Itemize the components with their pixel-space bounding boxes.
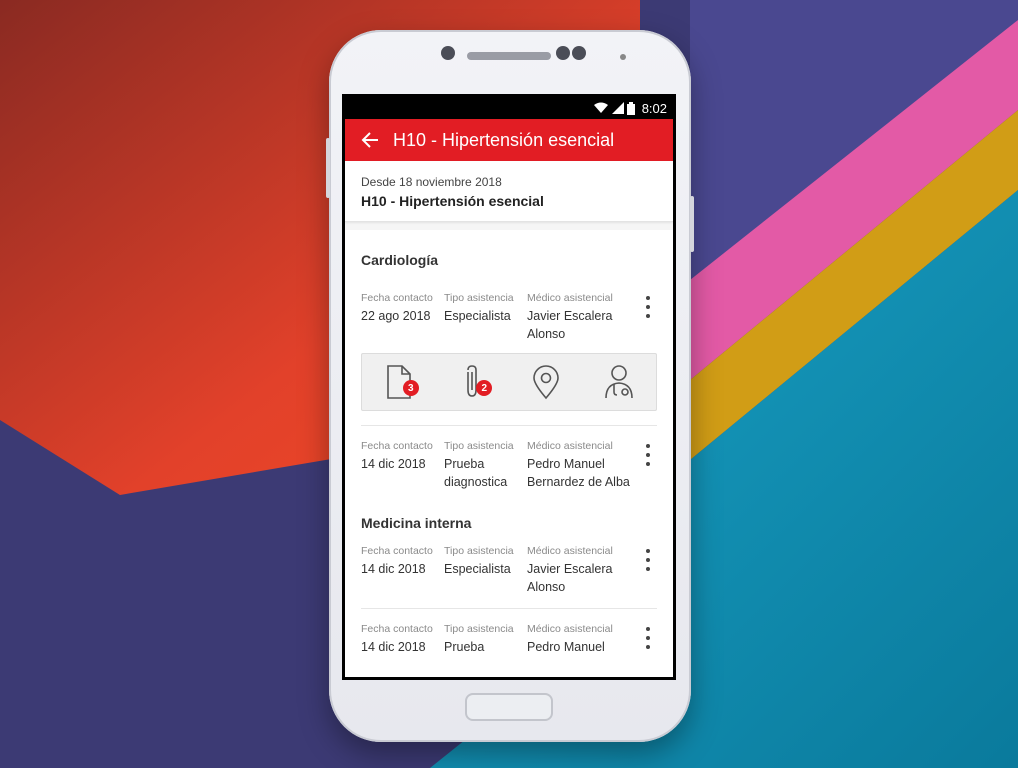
tipo-value: Prueba diagnostica bbox=[444, 457, 508, 489]
record-row[interactable]: Fecha contacto 22 ago 2018 Tipo asistenc… bbox=[361, 278, 657, 353]
fecha-label: Fecha contacto bbox=[361, 623, 433, 635]
volume-button bbox=[326, 138, 330, 198]
tipo-value: Prueba bbox=[444, 640, 485, 654]
tipo-col: Tipo asistencia Especialista bbox=[444, 292, 527, 343]
medico-col: Médico asistencial Pedro Manuel Bernarde… bbox=[527, 440, 645, 491]
tipo-col: Tipo asistencia Especialista bbox=[444, 545, 527, 596]
section-title-cardiologia: Cardiología bbox=[361, 252, 439, 268]
records-list: Cardiología Fecha contacto 22 ago 2018 T… bbox=[345, 230, 673, 677]
fecha-value: 14 dic 2018 bbox=[361, 562, 426, 576]
tipo-value: Especialista bbox=[444, 309, 511, 323]
fecha-col: Fecha contacto 14 dic 2018 bbox=[361, 623, 444, 656]
back-arrow-icon[interactable] bbox=[361, 131, 379, 149]
fecha-col: Fecha contacto 14 dic 2018 bbox=[361, 545, 444, 596]
tipo-value: Especialista bbox=[444, 562, 511, 576]
documents-badge: 3 bbox=[402, 380, 419, 396]
speaker-grille bbox=[467, 52, 551, 60]
documents-button[interactable]: 3 bbox=[379, 362, 419, 402]
phone-screen: 8:02 H10 - Hipertensión esencial Desde 1… bbox=[342, 94, 676, 680]
medico-label: Médico asistencial bbox=[527, 292, 613, 304]
fecha-value: 14 dic 2018 bbox=[361, 640, 426, 654]
attachments-button[interactable]: 2 bbox=[452, 362, 493, 402]
fecha-value: 14 dic 2018 bbox=[361, 457, 426, 471]
diagnosis-summary: Desde 18 noviembre 2018 H10 - Hipertensi… bbox=[345, 161, 673, 222]
medico-value: Javier Escalera Alonso bbox=[527, 309, 613, 341]
tipo-col: Tipo asistencia Prueba bbox=[444, 623, 527, 656]
sensor-right bbox=[572, 46, 586, 60]
location-pin-icon bbox=[532, 365, 559, 400]
more-vert-icon[interactable] bbox=[643, 444, 653, 466]
tipo-label: Tipo asistencia bbox=[444, 623, 514, 635]
attachments-badge: 2 bbox=[476, 380, 493, 396]
medico-label: Médico asistencial bbox=[527, 545, 613, 557]
record-row[interactable]: Fecha contacto 14 dic 2018 Tipo asistenc… bbox=[361, 426, 657, 501]
tipo-col: Tipo asistencia Prueba diagnostica bbox=[444, 440, 527, 491]
signal-icon bbox=[611, 102, 624, 114]
section-title-medicina-interna: Medicina interna bbox=[361, 515, 472, 531]
medico-label: Médico asistencial bbox=[527, 440, 613, 452]
medico-col: Médico asistencial Javier Escalera Alons… bbox=[527, 292, 645, 343]
battery-icon bbox=[626, 101, 635, 115]
medico-value: Pedro Manuel Bernardez de Alba bbox=[527, 457, 630, 489]
diagnosis-since: Desde 18 noviembre 2018 bbox=[361, 175, 502, 189]
fecha-col: Fecha contacto 22 ago 2018 bbox=[361, 292, 444, 343]
medico-label: Médico asistencial bbox=[527, 623, 613, 635]
medico-value: Javier Escalera Alonso bbox=[527, 562, 613, 594]
medico-col: Médico asistencial Javier Escalera Alons… bbox=[527, 545, 645, 596]
fecha-label: Fecha contacto bbox=[361, 440, 433, 452]
medico-value: Pedro Manuel bbox=[527, 640, 605, 654]
proximity-sensor bbox=[620, 54, 626, 60]
status-time: 8:02 bbox=[641, 100, 667, 116]
medico-col: Médico asistencial Pedro Manuel bbox=[527, 623, 645, 656]
tipo-label: Tipo asistencia bbox=[444, 440, 514, 452]
fecha-label: Fecha contacto bbox=[361, 292, 433, 304]
fecha-col: Fecha contacto 14 dic 2018 bbox=[361, 440, 444, 491]
doctor-icon bbox=[605, 365, 634, 399]
front-camera bbox=[441, 46, 455, 60]
more-vert-icon[interactable] bbox=[643, 627, 653, 649]
app-bar-title: H10 - Hipertensión esencial bbox=[393, 129, 615, 150]
fecha-value: 22 ago 2018 bbox=[361, 309, 431, 323]
tipo-label: Tipo asistencia bbox=[444, 545, 514, 557]
more-vert-icon[interactable] bbox=[643, 549, 653, 571]
doctor-button[interactable] bbox=[599, 362, 639, 402]
fecha-label: Fecha contacto bbox=[361, 545, 433, 557]
record-row[interactable]: Fecha contacto 14 dic 2018 Tipo asistenc… bbox=[361, 609, 657, 666]
tipo-label: Tipo asistencia bbox=[444, 292, 514, 304]
diagnosis-name: H10 - Hipertensión esencial bbox=[361, 193, 544, 209]
record-row[interactable]: Fecha contacto 14 dic 2018 Tipo asistenc… bbox=[361, 541, 657, 609]
power-button bbox=[690, 196, 694, 252]
more-vert-icon[interactable] bbox=[643, 296, 653, 318]
status-bar: 8:02 bbox=[345, 97, 673, 119]
home-button[interactable] bbox=[465, 693, 553, 721]
wifi-icon bbox=[593, 102, 608, 113]
location-button[interactable] bbox=[526, 362, 566, 402]
record-actions-bar: 3 2 bbox=[361, 353, 657, 411]
sensor-left bbox=[556, 46, 570, 60]
app-bar: H10 - Hipertensión esencial bbox=[345, 119, 673, 161]
